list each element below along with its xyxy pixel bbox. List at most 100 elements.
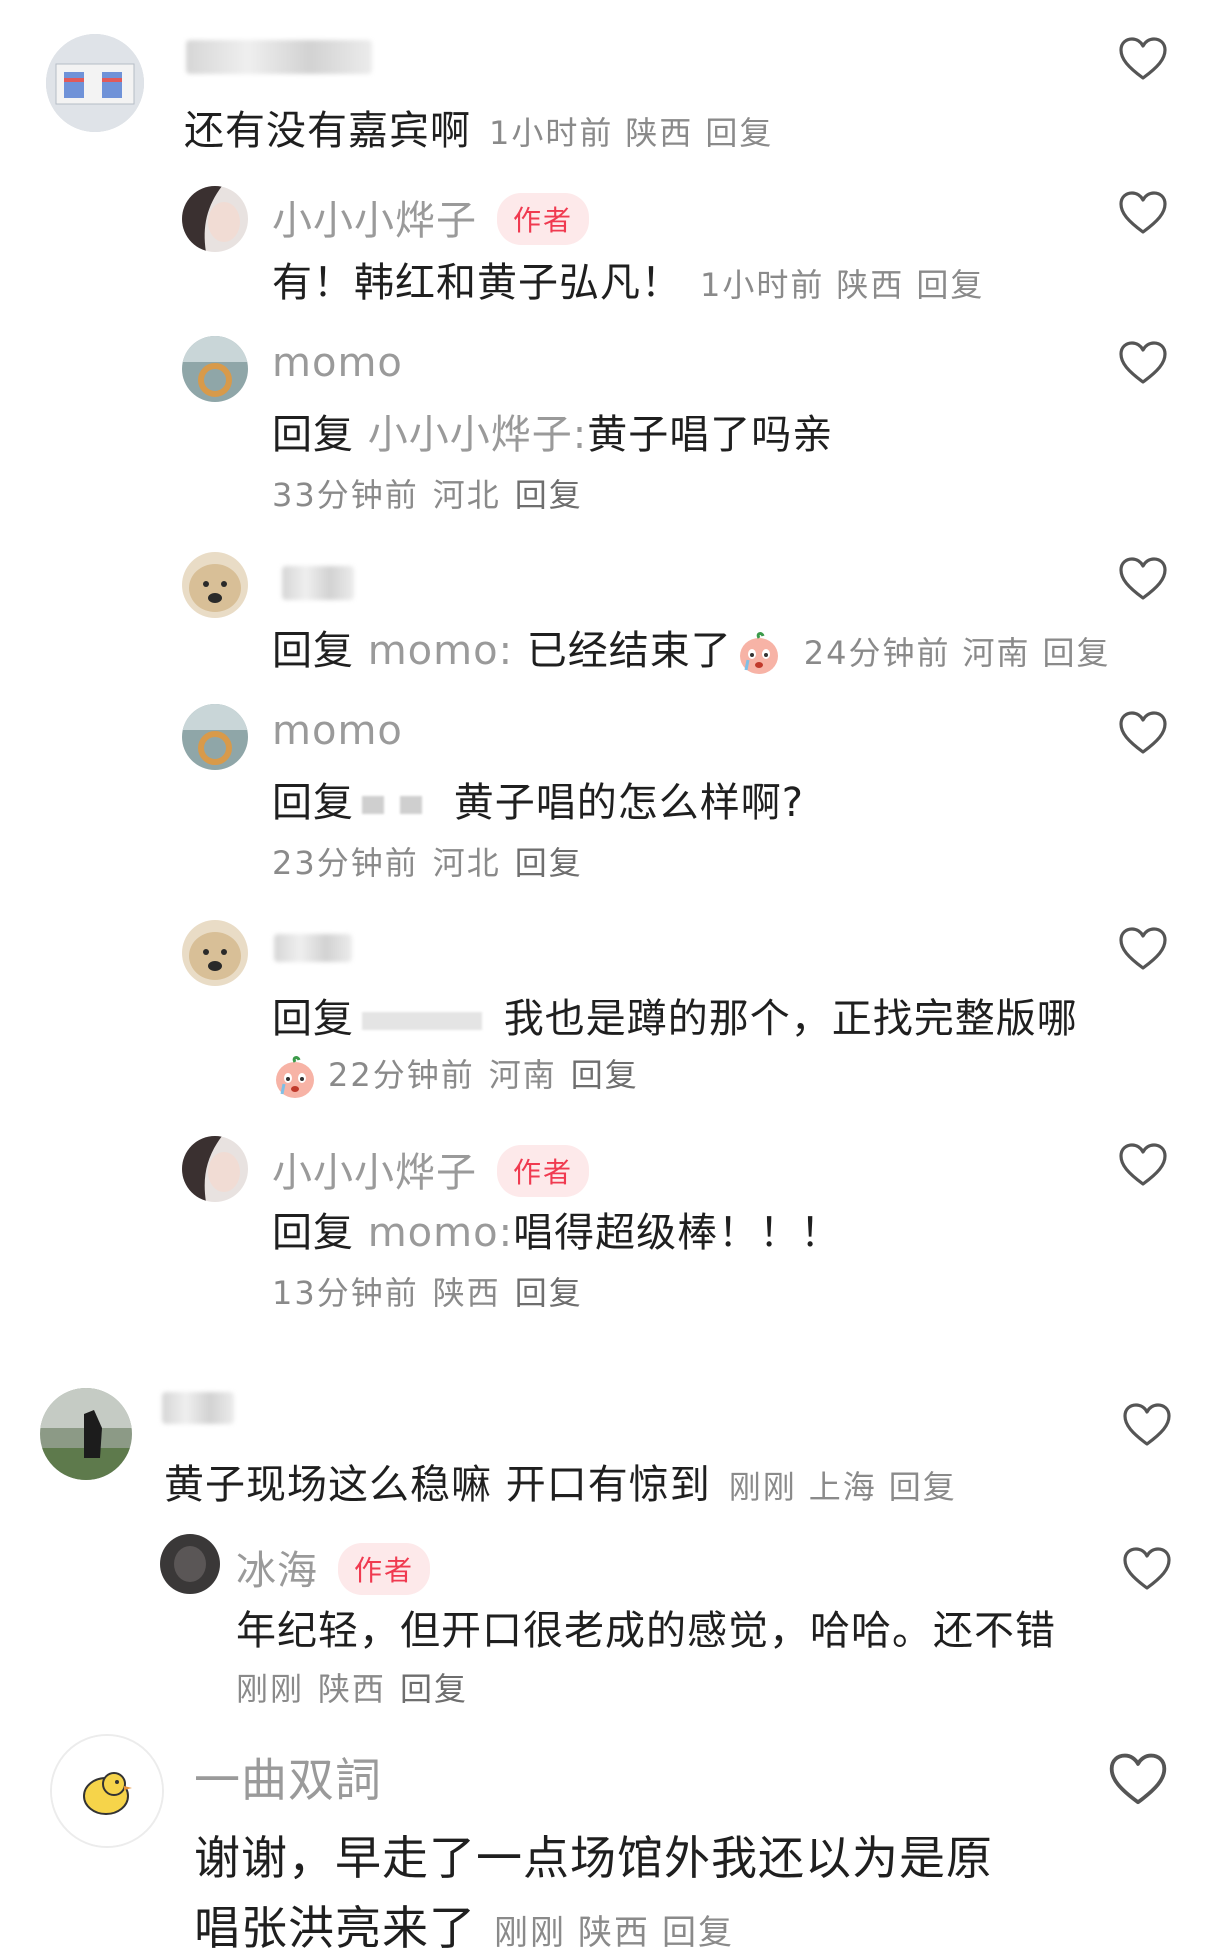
- comment-text: 回复 小小小烨子:黄子唱了吗亲: [272, 402, 833, 460]
- time: 刚刚: [236, 1670, 305, 1708]
- comment-body: 黄子唱的怎么样啊?: [453, 780, 804, 826]
- like-heart-icon[interactable]: [1118, 926, 1168, 972]
- reply-prefix: 回复: [272, 780, 354, 826]
- like-heart-icon[interactable]: [1118, 36, 1168, 82]
- username[interactable]: [162, 1392, 234, 1424]
- comment-body: 黄子唱了吗亲: [587, 412, 834, 458]
- avatar[interactable]: [182, 920, 248, 986]
- comment-text: 黄子现场这么稳嘛 开口有惊到 刚刚 上海 回复: [164, 1452, 969, 1510]
- comment-meta: 刚刚 陕西 回复: [236, 1664, 482, 1710]
- reply-button[interactable]: 回复: [662, 1913, 734, 1953]
- location: 陕西: [625, 114, 694, 152]
- comment-meta: 1小时前 陕西 回复: [489, 114, 785, 152]
- comment-meta: 23分钟前 河北 回复: [272, 838, 597, 884]
- comment-text: 回复 我也是蹲的那个，正找完整版哪: [272, 986, 1078, 1044]
- comment-text: 还有没有嘉宾啊 1小时前 陕西 回复: [184, 98, 785, 156]
- reply-target[interactable]: momo:: [368, 628, 513, 674]
- username[interactable]: [282, 566, 354, 600]
- comment-text: 回复 momo: 已经结束了 24分钟前 河南 回复: [272, 618, 1123, 676]
- avatar[interactable]: [182, 552, 248, 618]
- comment-body: 已经结束了: [526, 628, 732, 674]
- reply-button[interactable]: 回复: [515, 476, 583, 514]
- comment-text: 回复 momo:唱得超级棒！！！: [272, 1200, 841, 1258]
- username[interactable]: [186, 40, 372, 74]
- username[interactable]: 小小小烨子 作者: [272, 188, 590, 249]
- time: 刚刚: [728, 1468, 797, 1506]
- comment-body: 黄子现场这么稳嘛 开口有惊到: [164, 1462, 711, 1508]
- comment-body: 还有没有嘉宾啊: [184, 108, 471, 154]
- username-text: 小小小烨子: [272, 1150, 477, 1196]
- like-heart-icon[interactable]: [1122, 1546, 1172, 1592]
- like-heart-icon[interactable]: [1108, 1752, 1168, 1807]
- author-badge: 作者: [338, 1543, 431, 1595]
- author-badge: 作者: [497, 1145, 590, 1197]
- like-heart-icon[interactable]: [1118, 340, 1168, 386]
- time: 1小时前: [700, 266, 825, 304]
- comment-text: 有！韩红和黄子弘凡！ 1小时前 陕西 回复: [272, 250, 996, 308]
- like-heart-icon[interactable]: [1118, 190, 1168, 236]
- avatar[interactable]: [182, 186, 248, 252]
- comment-text: 唱张洪亮来了 刚刚 陕西 回复: [194, 1892, 746, 1958]
- location: 陕西: [318, 1670, 387, 1708]
- reply-button[interactable]: 回复: [1043, 634, 1111, 672]
- comment-text: 年纪轻，但开口很老成的感觉，哈哈。还不错: [236, 1608, 1056, 1654]
- username-text: 小小小烨子: [272, 198, 477, 244]
- like-heart-icon[interactable]: [1118, 1142, 1168, 1188]
- username[interactable]: momo: [272, 340, 403, 386]
- avatar[interactable]: [160, 1534, 220, 1594]
- username[interactable]: 冰海 作者: [236, 1538, 431, 1599]
- time: 13分钟前: [272, 1274, 419, 1312]
- time: 22分钟前: [328, 1056, 475, 1094]
- username[interactable]: 一曲双詞: [194, 1744, 382, 1810]
- avatar[interactable]: [182, 704, 248, 770]
- redacted-username: [362, 1012, 482, 1030]
- reply-button[interactable]: 回复: [705, 114, 773, 152]
- avatar[interactable]: [50, 1734, 164, 1848]
- comment-text: 谢谢，早走了一点场馆外我还以为是原: [194, 1831, 993, 1885]
- comment-meta: 13分钟前 陕西 回复: [272, 1268, 597, 1314]
- redacted-username: [400, 796, 422, 814]
- comment-body: 唱得超级棒！！！: [513, 1210, 842, 1256]
- location: 陕西: [578, 1913, 650, 1953]
- comment-body: 唱张洪亮来了: [194, 1901, 476, 1955]
- reply-button[interactable]: 回复: [571, 1056, 639, 1094]
- reply-target[interactable]: momo:: [368, 1210, 513, 1256]
- location: 陕西: [432, 1274, 501, 1312]
- location: 河南: [488, 1056, 557, 1094]
- comment-meta: 22分钟前 河南 回复: [272, 1050, 653, 1100]
- avatar[interactable]: [46, 34, 144, 132]
- username[interactable]: [274, 934, 352, 962]
- time: 33分钟前: [272, 476, 419, 514]
- reply-target[interactable]: 小小小烨子:: [368, 412, 587, 458]
- reply-button[interactable]: 回复: [889, 1468, 957, 1506]
- location: 上海: [808, 1468, 877, 1506]
- location: 河北: [432, 844, 501, 882]
- comment-meta: 24分钟前 河南 回复: [804, 634, 1123, 672]
- time: 1小时前: [489, 114, 614, 152]
- comment-meta: 1小时前 陕西 回复: [700, 266, 996, 304]
- avatar[interactable]: [182, 1136, 248, 1202]
- location: 河北: [432, 476, 501, 514]
- username[interactable]: 小小小烨子 作者: [272, 1140, 590, 1201]
- location: 河南: [962, 634, 1031, 672]
- comment-body: 有！韩红和黄子弘凡！: [272, 260, 682, 306]
- reply-button[interactable]: 回复: [515, 844, 583, 882]
- like-heart-icon[interactable]: [1118, 556, 1168, 602]
- like-heart-icon[interactable]: [1122, 1402, 1172, 1448]
- like-heart-icon[interactable]: [1118, 710, 1168, 756]
- avatar[interactable]: [182, 336, 248, 402]
- reply-prefix: 回复: [272, 628, 354, 674]
- reply-button[interactable]: 回复: [515, 1274, 583, 1312]
- reply-button[interactable]: 回复: [400, 1670, 468, 1708]
- comment-text: 回复 黄子唱的怎么样啊?: [272, 770, 804, 828]
- peach-crying-emoji-icon: [736, 630, 782, 676]
- username-text: 冰海: [236, 1548, 318, 1594]
- time: 刚刚: [494, 1913, 566, 1953]
- reply-prefix: 回复: [272, 996, 354, 1042]
- username[interactable]: momo: [272, 708, 403, 754]
- reply-button[interactable]: 回复: [916, 266, 984, 304]
- time: 24分钟前: [803, 634, 951, 672]
- comment-meta: 刚刚 陕西 回复: [494, 1913, 746, 1953]
- reply-prefix: 回复: [272, 1210, 354, 1256]
- avatar[interactable]: [40, 1388, 132, 1480]
